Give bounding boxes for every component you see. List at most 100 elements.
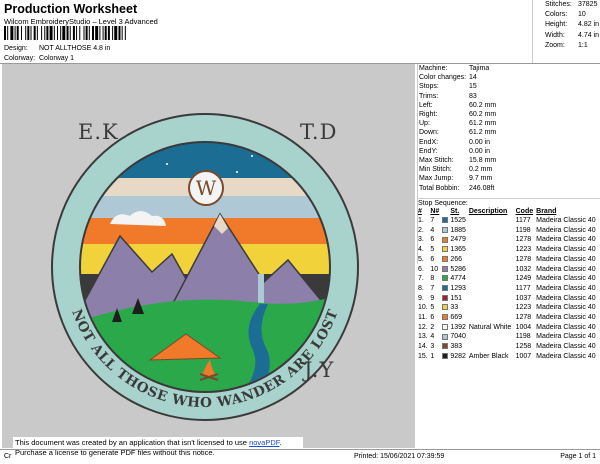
design-label: Design: — [4, 45, 28, 52]
cell-needle: 7 — [430, 217, 435, 224]
color-swatch — [441, 255, 448, 262]
cell-color — [441, 332, 449, 342]
cell-index: 1. — [418, 217, 424, 224]
info-row: Max Jump: 9.7 mm — [418, 174, 600, 183]
info-row: Color changes: 14 — [418, 73, 600, 82]
stitches-row: Stitches: 37825 — [533, 0, 600, 10]
cell-color — [441, 313, 449, 323]
cell-needle: 1 — [430, 352, 435, 360]
color-swatch — [441, 246, 448, 253]
novapdf-link[interactable]: novaPDF — [249, 438, 279, 447]
cell-stitches: 1885 — [450, 226, 466, 234]
cell-brand: Madeira Classic 40 — [536, 226, 596, 234]
info-label: EndY: — [419, 147, 438, 155]
cell-needle: 5 — [430, 246, 435, 254]
barcode-bar — [104, 26, 107, 40]
colors-label: Colors: — [545, 11, 568, 19]
cell-description — [468, 274, 515, 284]
cell-brand: Madeira Classic 40 — [536, 284, 596, 292]
cell-description — [468, 226, 515, 236]
barcode-bar — [14, 26, 16, 40]
cell-color — [441, 216, 449, 226]
initials-td: T.D — [300, 120, 338, 144]
table-row: 6. 10 5286 1032 Madeira Classic 40 — [417, 265, 600, 275]
cell-stitches: 1525 — [450, 217, 466, 224]
info-value: 61.2 mm — [469, 129, 497, 137]
color-swatch — [441, 314, 448, 321]
cell-code: 1223 — [515, 246, 532, 254]
width-value: 4.74 in — [578, 31, 600, 39]
barcode-bar — [79, 26, 81, 40]
table-row: 7. 8 4774 1249 Madeira Classic 40 — [417, 274, 600, 284]
cell-needle: 2 — [430, 323, 435, 331]
cell-code: 1258 — [515, 343, 532, 351]
info-label: Down: — [419, 129, 439, 137]
table-row: 2. 4 1885 1198 Madeira Classic 40 — [417, 226, 600, 236]
barcode-bar — [57, 26, 58, 40]
height-label: Height: — [545, 21, 568, 29]
colors-value: 10 — [578, 11, 586, 19]
cell-brand: Madeira Classic 40 — [536, 323, 596, 331]
colors-row: Colors: 10 — [533, 10, 600, 20]
cell-stitches: 1392 — [450, 323, 466, 331]
color-swatch — [441, 217, 448, 224]
info-value: 15.8 mm — [469, 157, 497, 165]
info-label: Stops: — [419, 83, 439, 91]
cell-description — [468, 294, 515, 304]
table-row: 15. 1 9282 Amber Black 1007 Madeira Classic 4… — [417, 352, 600, 362]
barcode-bar — [27, 26, 30, 40]
info-label: Up: — [419, 120, 430, 128]
cell-code: 1198 — [515, 333, 531, 341]
barcode-bar — [46, 26, 49, 40]
barcode-bar — [10, 26, 14, 40]
cell-needle: 8 — [430, 275, 435, 283]
col-index: # — [418, 208, 422, 215]
cell-description — [468, 332, 515, 342]
info-row: Stops: 15 — [418, 82, 600, 91]
color-swatch — [441, 343, 448, 350]
cell-color — [441, 265, 449, 275]
cell-code: 1004 — [515, 323, 532, 331]
cell-stitches: 9282 — [450, 352, 466, 360]
info-row: Max Stitch: 15.8 mm — [418, 156, 600, 165]
barcode-bar — [95, 26, 99, 40]
zoom-value: 1:1 — [578, 41, 588, 49]
cell-stitches: 2479 — [450, 236, 466, 244]
initials-ek: E.K — [78, 120, 119, 144]
cell-index: 13. — [418, 333, 428, 341]
info-row: Up: 61.2 mm — [418, 119, 600, 128]
height-value: 4.82 in — [578, 21, 600, 29]
info-value: 15 — [469, 83, 477, 91]
barcode-bar — [49, 26, 53, 40]
barcode-bar — [83, 26, 85, 40]
col-code: Code — [515, 208, 534, 215]
cell-color — [441, 352, 449, 362]
info-row: EndX: 0.00 in — [418, 138, 600, 147]
info-value: 9.7 mm — [469, 175, 493, 183]
design-preview: W NOT ALL THOSE WHO WANDER ARE LOST E.K … — [2, 64, 415, 448]
cell-brand: Madeira Classic 40 — [536, 236, 596, 244]
cell-stitches: 1293 — [450, 284, 466, 292]
color-swatch — [441, 323, 448, 330]
cell-color — [441, 294, 449, 304]
barcode-bar — [107, 26, 110, 40]
page-number: Page 1 of 1 — [560, 453, 596, 460]
info-label: EndX: — [419, 138, 439, 146]
cell-color — [441, 342, 449, 352]
cell-index: 2. — [418, 226, 424, 234]
cell-code: 1177 — [515, 217, 531, 224]
barcode-bar — [72, 26, 75, 40]
cell-needle: 6 — [430, 236, 435, 244]
barcode-bar — [62, 26, 66, 40]
printed-timestamp: Printed: 15/06/2021 07:39:59 — [354, 453, 445, 460]
cell-description — [468, 255, 515, 265]
info-row: Left: 60.2 mm — [418, 101, 600, 110]
colorway-row: Colorway: Colorway 1 — [4, 54, 74, 63]
info-label: Max Jump: — [419, 175, 454, 183]
cell-brand: Madeira Classic 40 — [536, 246, 596, 254]
color-swatch — [441, 304, 448, 311]
cell-description — [468, 216, 515, 226]
info-value: 0.00 in — [469, 147, 491, 155]
worksheet-header: Production Worksheet Wilcom EmbroiderySt… — [4, 2, 524, 27]
cell-description — [468, 235, 515, 245]
